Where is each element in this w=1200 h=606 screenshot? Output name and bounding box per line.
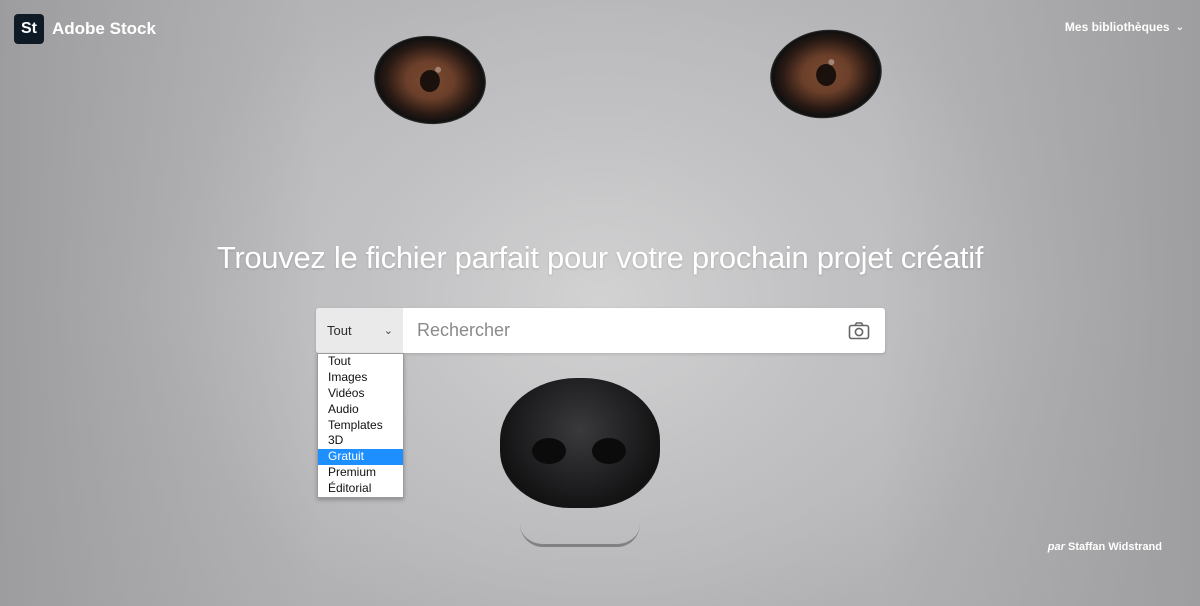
logo-badge: St [14, 14, 44, 44]
search-input[interactable] [403, 308, 833, 353]
option-premium[interactable]: Premium [318, 465, 403, 481]
option-gratuit[interactable]: Gratuit [318, 449, 403, 466]
adobe-stock-logo[interactable]: St Adobe Stock [14, 14, 156, 44]
option-tout[interactable]: Tout [318, 354, 403, 370]
my-libraries-label: Mes bibliothèques [1064, 20, 1170, 34]
logo-text: Adobe Stock [52, 19, 156, 38]
chevron-down-icon: ⌄ [1175, 21, 1184, 33]
fur-shading-left [0, 0, 320, 606]
fox-mouth [520, 524, 640, 547]
option-3d[interactable]: 3D [318, 433, 403, 449]
visual-search-button[interactable] [833, 308, 885, 353]
page-headline: Trouvez le fichier parfait pour votre pr… [216, 240, 984, 275]
credit-prefix: par [1047, 541, 1065, 553]
my-libraries-menu[interactable]: Mes bibliothèques ⌄ [1065, 20, 1184, 34]
fur-shading-right [880, 0, 1200, 606]
search-bar: Tout ⌄ [316, 308, 885, 353]
fox-eye-left [369, 30, 491, 130]
option-editorial[interactable]: Éditorial [318, 481, 403, 497]
fox-nose [500, 378, 660, 508]
fox-eye-right [764, 22, 888, 126]
asset-type-dropdown: Tout Images Vidéos Audio Templates 3D Gr… [317, 353, 404, 499]
asset-type-select[interactable]: Tout ⌄ [316, 308, 403, 353]
option-templates[interactable]: Templates [318, 418, 403, 434]
camera-icon [848, 321, 870, 339]
chevron-down-icon: ⌄ [383, 325, 393, 337]
option-videos[interactable]: Vidéos [318, 386, 403, 402]
hero-background [0, 0, 1200, 606]
option-audio[interactable]: Audio [318, 402, 403, 418]
credit-name[interactable]: Staffan Widstrand [1068, 541, 1162, 553]
asset-type-value: Tout [327, 323, 352, 338]
option-images[interactable]: Images [318, 370, 403, 386]
photo-credit: par Staffan Widstrand [1048, 541, 1162, 553]
